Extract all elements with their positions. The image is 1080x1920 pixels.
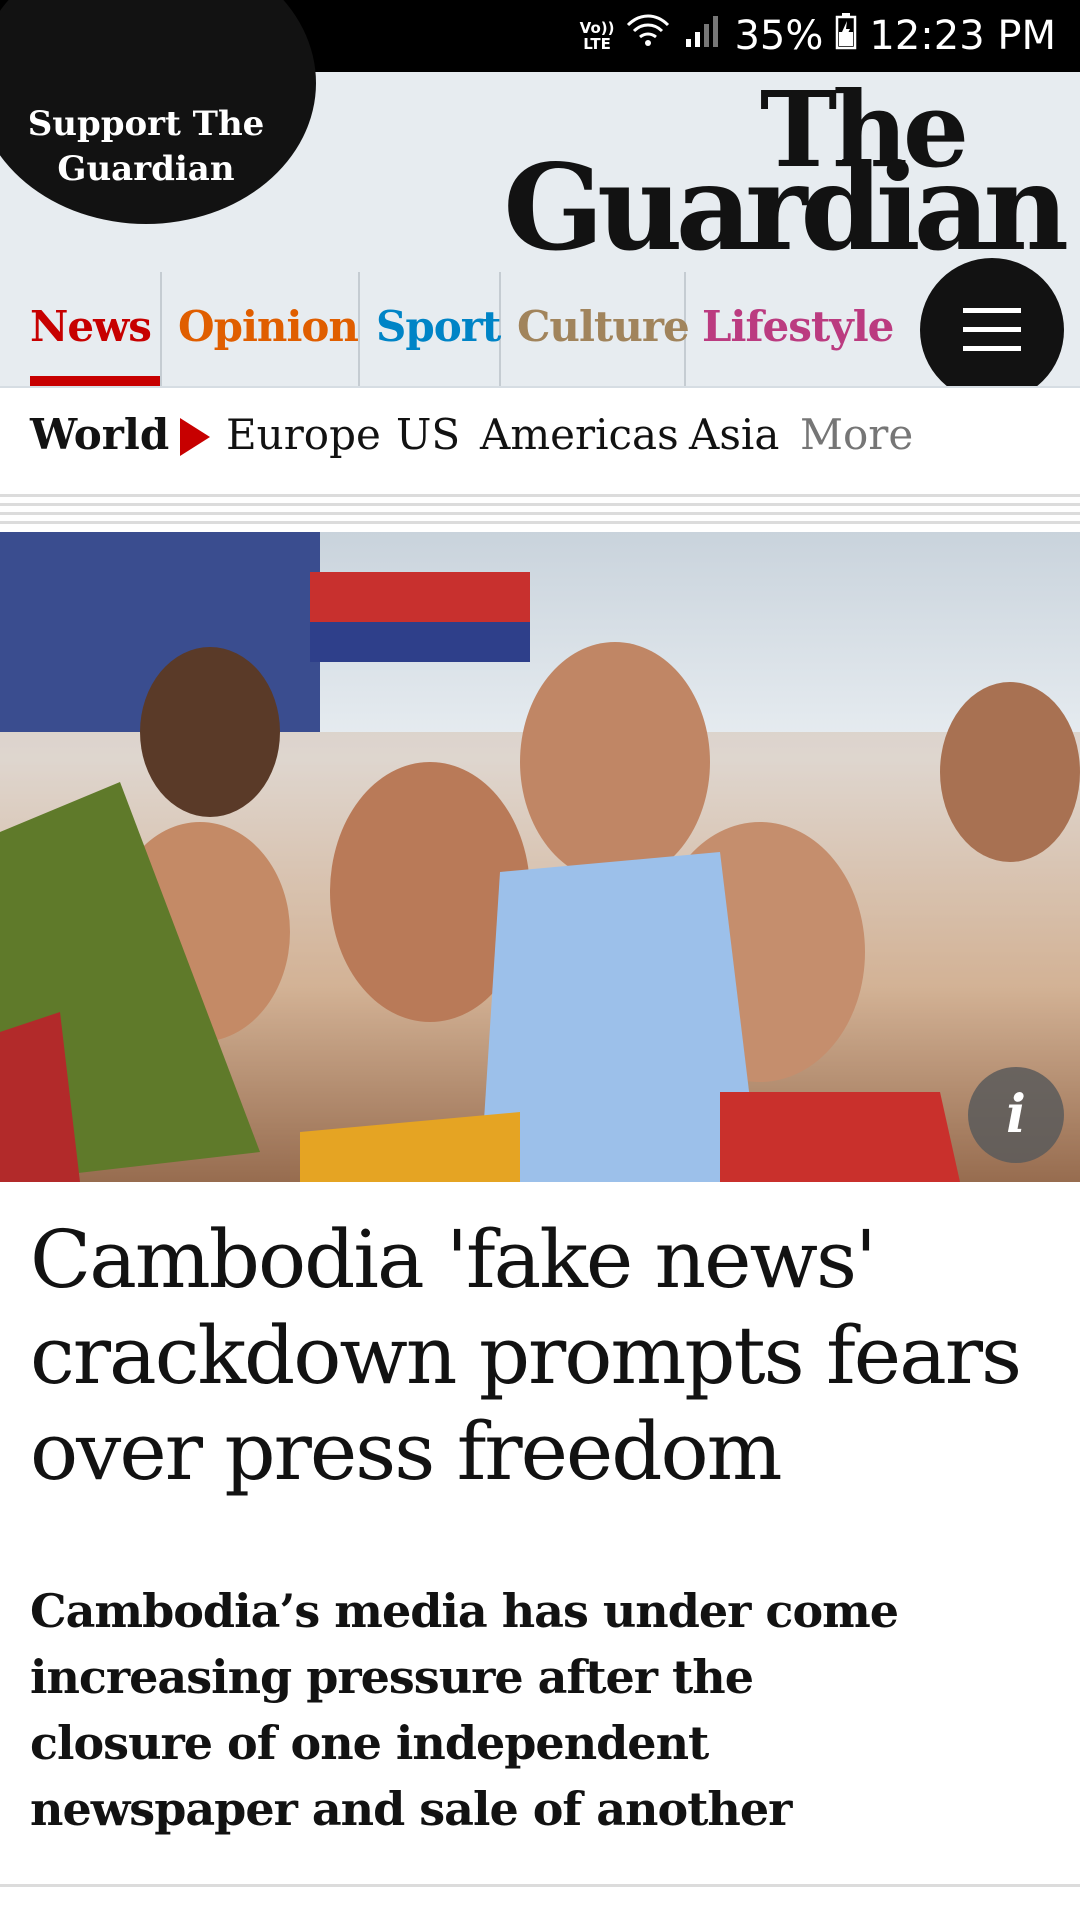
pillar-sport[interactable]: Sport — [360, 272, 501, 386]
hamburger-icon-bar-2 — [963, 327, 1021, 332]
pillar-lifestyle[interactable]: Lifestyle — [686, 272, 904, 386]
subnav-item-asia[interactable]: Asia — [689, 410, 779, 460]
pillar-opinion-label: Opinion — [178, 302, 359, 351]
status-bar-system: Vo)) LTE 35% 12:23 PM — [580, 12, 1056, 60]
battery-percent: 35% — [734, 13, 824, 59]
lte-label: LTE — [583, 35, 611, 53]
guardian-logo[interactable]: The Guardian — [502, 72, 1069, 277]
volte-indicator: Vo)) LTE — [580, 20, 615, 52]
battery-icon — [835, 12, 857, 60]
pillar-sport-label: Sport — [376, 302, 501, 351]
subnav-item-us[interactable]: US — [396, 410, 460, 460]
subnav-item-europe[interactable]: Europe — [226, 410, 381, 460]
signal-icon — [682, 13, 722, 59]
pillar-opinion[interactable]: Opinion — [162, 272, 360, 386]
site-header: Support The Guardian The Guardian News O… — [0, 0, 1080, 402]
subnav-current-world[interactable]: World — [30, 410, 169, 460]
subnav-item-americas[interactable]: Americas — [480, 410, 679, 460]
article-standfirst: Cambodia’s media has under come increasi… — [30, 1584, 899, 1836]
bottom-divider — [0, 1884, 1080, 1905]
pillar-culture-label: Culture — [517, 302, 690, 351]
hamburger-icon-bar-3 — [963, 346, 1021, 351]
subnav-more[interactable]: More — [800, 410, 913, 460]
pillar-news[interactable]: News — [0, 272, 162, 386]
section-subnav: World Europe US Americas Asia More — [0, 386, 1080, 486]
image-info-button[interactable]: i — [968, 1067, 1064, 1163]
article-headline[interactable]: Cambodia 'fake news' crackdown prompts f… — [30, 1212, 1040, 1500]
pillar-nav: News Opinion Sport Culture Lifestyle — [0, 272, 904, 386]
pillar-news-label: News — [30, 302, 152, 351]
support-label: Support The Guardian — [0, 102, 316, 192]
active-pillar-indicator — [30, 376, 160, 386]
pillar-lifestyle-label: Lifestyle — [702, 302, 894, 351]
hamburger-icon-bar-1 — [963, 308, 1021, 313]
subnav-arrow-icon — [180, 418, 210, 456]
wifi-icon — [626, 13, 670, 59]
support-the-guardian-button[interactable]: Support The Guardian — [0, 0, 316, 224]
menu-button[interactable] — [920, 258, 1064, 402]
pillar-culture[interactable]: Culture — [501, 272, 690, 386]
logo-line-2: Guardian — [503, 138, 1069, 277]
hero-photo-illustration — [0, 532, 1080, 1182]
clock: 12:23 PM — [869, 13, 1056, 59]
support-line-2: Guardian — [57, 149, 235, 189]
article-hero-image[interactable] — [0, 532, 1080, 1182]
support-line-1: Support The — [27, 104, 265, 144]
section-divider — [0, 494, 1080, 530]
